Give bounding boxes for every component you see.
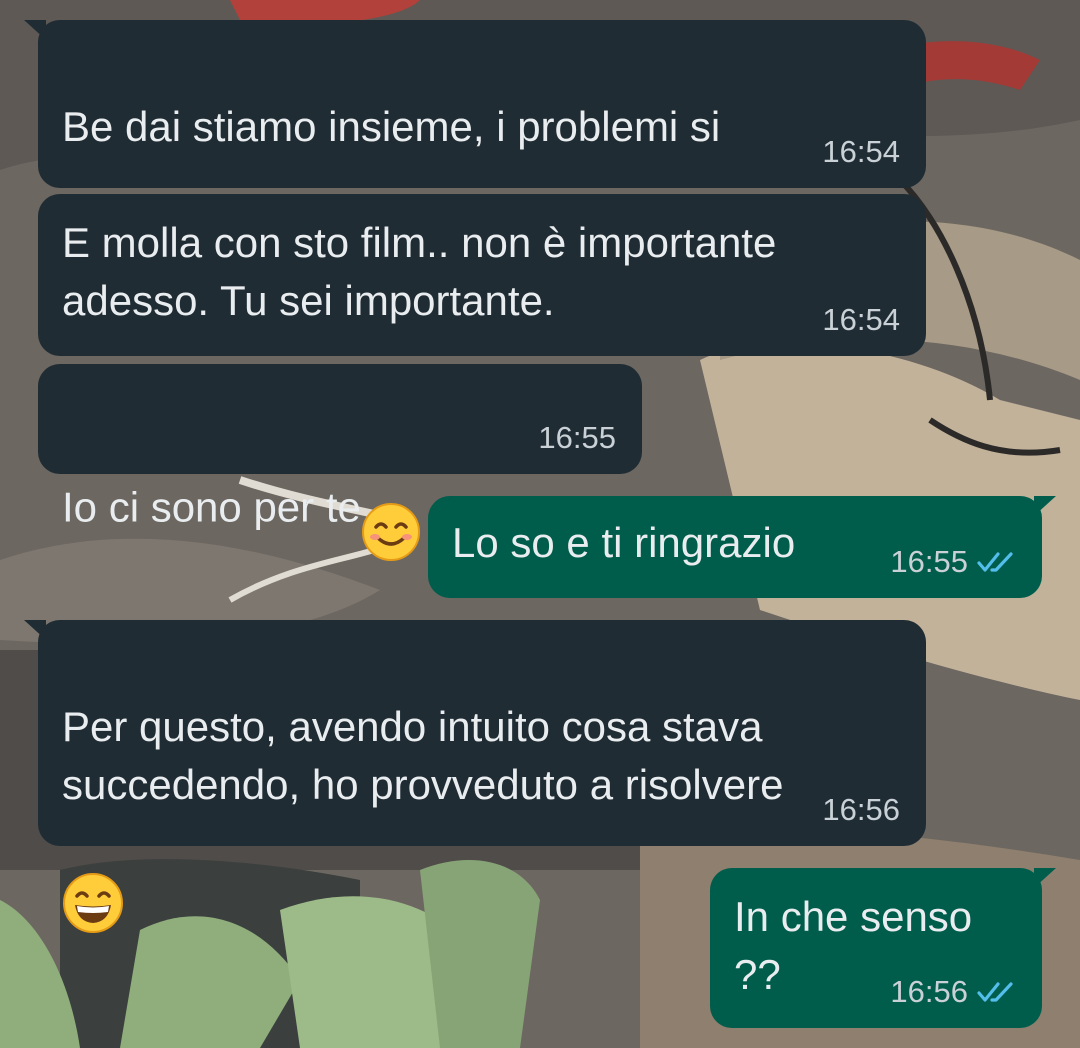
incoming-message[interactable]: Be dai stiamo insieme, i problemi si con… xyxy=(24,20,926,272)
message-time: 16:55 xyxy=(890,544,1018,580)
message-time: 16:54 xyxy=(822,302,900,337)
grinning-face-icon xyxy=(62,814,124,949)
message-text: Per questo, avendo intuito cosa stava su… xyxy=(62,640,783,949)
outgoing-message[interactable]: Lo so e ti ringrazio 16:55 xyxy=(428,496,1056,598)
message-text: Lo so e ti ringrazio xyxy=(452,519,796,566)
incoming-message[interactable]: E molla con sto film.. non è importante … xyxy=(38,194,926,356)
message-time: 16:56 xyxy=(822,792,900,827)
message-text: Io ci sono per te xyxy=(62,386,421,577)
message-time: 16:56 xyxy=(890,974,1018,1010)
outgoing-message[interactable]: In che senso ?? 16:56 xyxy=(710,868,1056,1028)
read-receipt-icon xyxy=(977,552,1013,572)
incoming-message[interactable]: Io ci sono per te 16:55 xyxy=(38,364,642,561)
read-receipt-icon xyxy=(977,982,1013,1002)
message-time: 16:55 xyxy=(538,420,616,455)
smiling-face-icon xyxy=(361,444,421,577)
incoming-message[interactable]: Per questo, avendo intuito cosa stava su… xyxy=(24,620,926,933)
message-text: E molla con sto film.. non è importante … xyxy=(62,219,777,324)
message-time: 16:54 xyxy=(822,134,900,169)
